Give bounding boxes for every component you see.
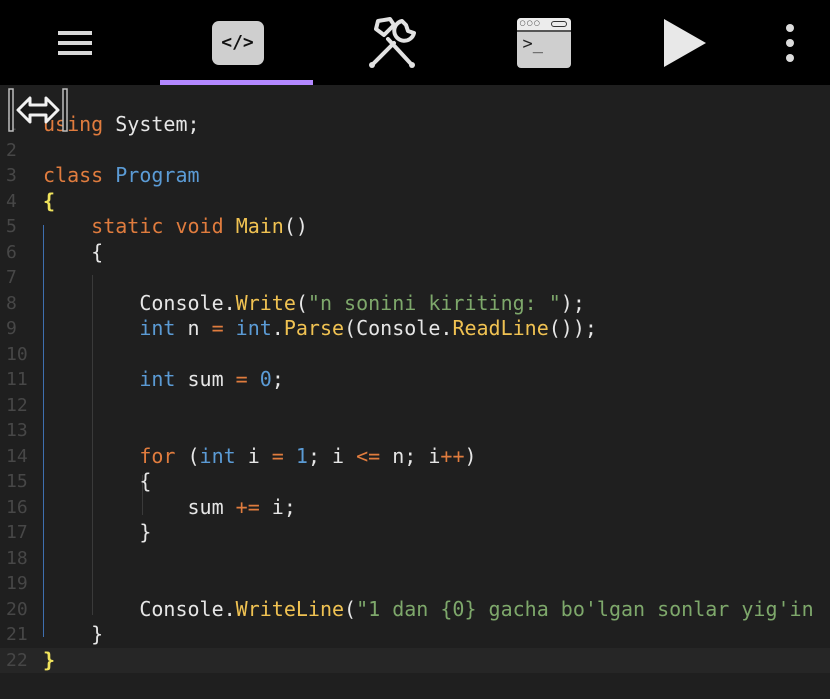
line-number: 12 [6,394,28,416]
code-line[interactable]: 20 Console.WriteLine("1 dan {0} gacha bo… [0,597,830,622]
line-code: } [43,520,152,544]
run-button[interactable] [650,0,720,85]
code-line[interactable]: 15 { [0,469,830,494]
toolbar: </> ○○○ >_ [0,0,830,85]
menu-button[interactable] [40,0,110,85]
line-code: Console.Write("n sonini kiriting: "); [43,290,585,315]
code-line[interactable]: 12 [0,393,830,418]
tab-code[interactable]: </> [200,0,275,85]
line-code: Console.WriteLine("1 dan {0} gacha bo'lg… [43,596,814,621]
code-icon-label: </> [221,32,254,53]
code-line[interactable]: 22} [0,647,830,673]
line-number: 11 [6,369,28,390]
code-line[interactable]: 1using System; [0,112,830,137]
selection-drag-handle[interactable] [8,88,68,132]
code-line[interactable]: 2 [0,138,830,163]
terminal-prompt: >_ [522,33,543,54]
line-code: } [43,647,56,672]
line-number: 16 [6,496,28,518]
tab-terminal[interactable]: ○○○ >_ [506,0,581,85]
line-code: sum += i; [43,494,296,519]
more-options-button[interactable] [770,0,810,85]
line-number: 13 [6,420,28,441]
line-number: 18 [6,547,28,569]
code-line[interactable]: 21 } [0,622,830,647]
code-line[interactable]: 7 [0,265,830,290]
line-code: { [43,188,56,213]
code-editor[interactable]: 1using System;23class Program4{5 static … [0,85,830,699]
line-number: 6 [6,241,17,263]
run-icon [664,18,706,67]
line-code: { [43,469,152,493]
line-number: 10 [6,343,28,365]
line-code: { [43,239,104,264]
line-code: } [43,622,104,646]
code-line[interactable]: 18 [0,546,830,571]
tools-icon [368,16,416,68]
line-number: 19 [6,573,28,594]
line-number: 9 [6,318,17,339]
line-number: 17 [6,522,28,543]
line-number: 8 [6,292,17,314]
code-line[interactable]: 14 for (int i = 1; i <= n; i++) [0,444,830,469]
code-line[interactable]: 8 Console.Write("n sonini kiriting: "); [0,291,830,316]
code-line[interactable]: 13 [0,418,830,443]
code-icon: </> [211,20,264,65]
code-line[interactable]: 3 class Program [0,163,830,188]
line-number: 5 [6,216,17,237]
code-line[interactable]: 5 static void Main() [0,214,830,239]
code-line[interactable]: 19 [0,571,830,596]
line-code: static void Main() [91,214,308,238]
code-line[interactable]: 10 [0,342,830,367]
line-code: class Program [43,163,200,187]
line-code: int n = int.Parse(Console.ReadLine()); [139,316,597,340]
code-line[interactable]: 9 int n = int.Parse(Console.ReadLine()); [0,316,830,341]
line-code: int sum = 0; [139,367,284,391]
line-number: 3 [6,165,17,186]
more-options-icon [786,23,794,62]
line-number: 20 [6,598,28,620]
terminal-icon: ○○○ >_ [516,17,571,68]
line-number: 4 [6,190,17,212]
horizontal-resize-icon [8,88,68,132]
code-line[interactable]: 17 } [0,520,830,545]
line-code: for (int i = 1; i <= n; i++) [139,443,477,468]
line-number: 15 [6,471,28,492]
code-line[interactable]: 11 int sum = 0; [0,367,830,392]
line-number: 7 [6,267,17,288]
menu-icon [58,30,92,55]
line-number: 21 [6,624,28,645]
line-number: 14 [6,445,28,467]
code-line[interactable]: 16 sum += i; [0,495,830,520]
line-number: 2 [6,139,17,161]
code-line[interactable]: 4{ [0,189,830,214]
tab-tools[interactable] [355,0,430,85]
code-line[interactable]: 6 { [0,240,830,265]
line-number: 22 [6,649,28,671]
